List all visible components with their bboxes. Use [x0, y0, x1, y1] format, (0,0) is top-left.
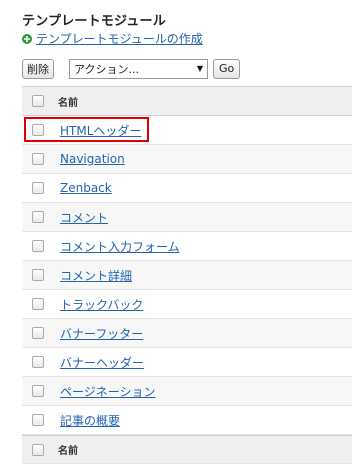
row-checkbox[interactable]: [32, 124, 44, 136]
table-row: コメント詳細: [22, 261, 352, 290]
column-footer-name: 名前: [58, 446, 78, 457]
row-checkbox[interactable]: [32, 269, 44, 281]
table-header-row: 名前: [22, 87, 352, 116]
row-checkbox[interactable]: [32, 327, 44, 339]
row-checkbox[interactable]: [32, 385, 44, 397]
module-name-link[interactable]: コメント入力フォーム: [60, 238, 180, 255]
row-checkbox[interactable]: [32, 414, 44, 426]
table-row: 記事の概要: [22, 406, 352, 435]
column-header-name: 名前: [58, 97, 78, 109]
row-checkbox[interactable]: [32, 356, 44, 368]
table-footer-row: 名前: [22, 435, 352, 464]
table-row: HTMLヘッダー: [22, 116, 352, 145]
module-name-link[interactable]: Zenback: [60, 181, 112, 195]
create-module-link[interactable]: テンプレートモジュールの作成: [36, 30, 203, 47]
module-name-link[interactable]: HTMLヘッダー: [60, 122, 141, 139]
go-button[interactable]: Go: [213, 58, 241, 79]
toolbar: 削除 アクション... ▼ Go: [22, 58, 241, 79]
module-table: 名前 HTMLヘッダー Navigation Zenback コメントコメント入力フォ…: [22, 86, 352, 464]
select-all-checkbox[interactable]: [32, 95, 44, 107]
module-name-link[interactable]: ページネーション: [60, 383, 156, 400]
page-title: テンプレートモジュール: [22, 14, 166, 29]
select-all-checkbox-footer[interactable]: [32, 443, 44, 456]
row-checkbox[interactable]: [32, 298, 44, 310]
table-row: バナーフッター: [22, 319, 352, 348]
module-name-link[interactable]: Navigation: [60, 152, 125, 166]
plus-circle-icon: [22, 33, 32, 44]
module-name-link[interactable]: トラックバック: [60, 296, 143, 313]
table-row: Navigation: [22, 145, 352, 174]
create-module-link-container: テンプレートモジュールの作成: [22, 30, 203, 47]
table-row: ページネーション: [22, 377, 352, 406]
row-checkbox[interactable]: [32, 182, 44, 194]
module-name-link[interactable]: バナーヘッダー: [60, 354, 144, 371]
table-row: トラックバック: [22, 290, 352, 319]
table-row: コメント入力フォーム: [22, 232, 352, 261]
module-name-link[interactable]: コメント: [60, 209, 108, 226]
delete-button[interactable]: 削除: [22, 58, 54, 79]
module-name-link[interactable]: バナーフッター: [60, 325, 143, 342]
row-checkbox[interactable]: [32, 240, 44, 252]
row-checkbox[interactable]: [32, 211, 44, 223]
table-row: Zenback: [22, 174, 352, 203]
action-select-value: アクション...: [74, 62, 139, 76]
module-name-link[interactable]: 記事の概要: [60, 412, 120, 429]
table-row: コメント: [22, 203, 352, 232]
module-name-link[interactable]: コメント詳細: [60, 267, 132, 284]
action-select[interactable]: アクション... ▼: [69, 58, 208, 79]
dropdown-arrow-icon: ▼: [196, 64, 203, 73]
table-row: バナーヘッダー: [22, 348, 352, 377]
row-checkbox[interactable]: [32, 153, 44, 165]
